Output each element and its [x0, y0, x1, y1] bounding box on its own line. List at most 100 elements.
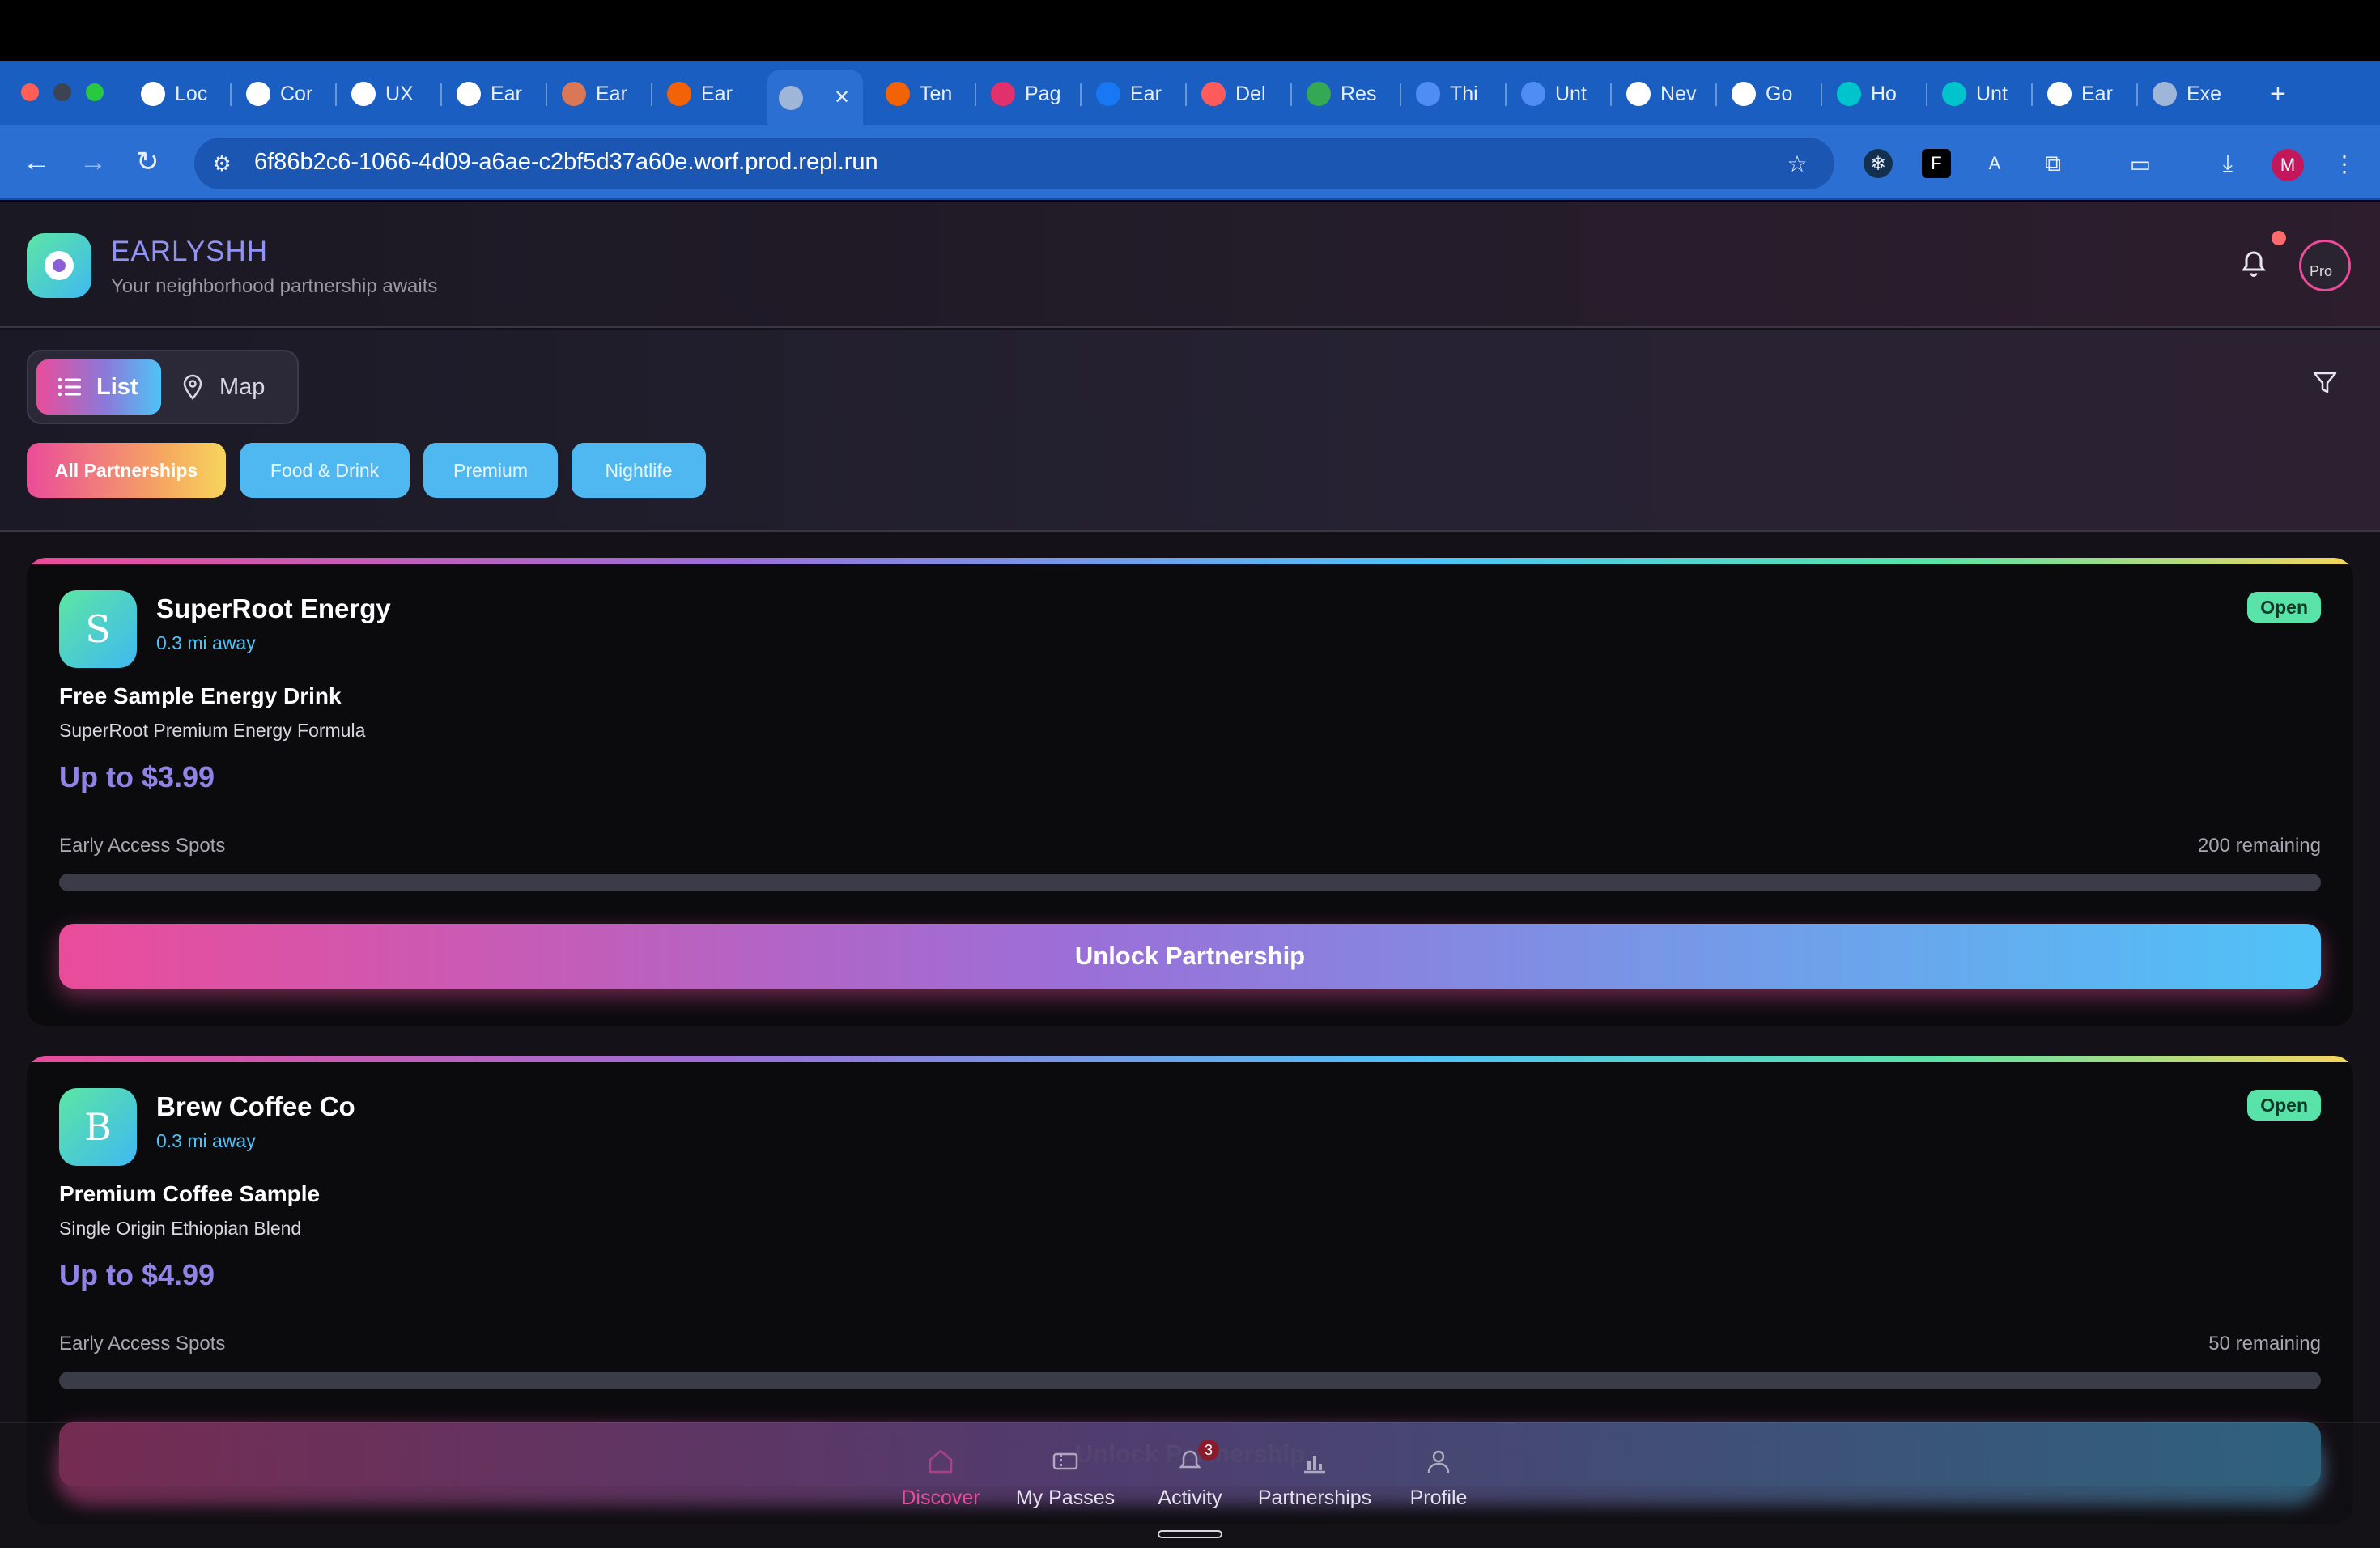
filter-chip[interactable]: All Partnerships [27, 443, 226, 498]
extension-snowflake-icon[interactable]: ❄ [1864, 149, 1893, 178]
brand-tagline: Your neighborhood partnership awaits [111, 275, 438, 297]
browser-tab[interactable]: Ear [550, 73, 646, 115]
tab-separator [335, 83, 337, 106]
bottom-nav-item[interactable]: My Passes [1001, 1448, 1130, 1510]
business-initial-badge: S [59, 590, 137, 668]
replit-icon [886, 82, 910, 106]
browser-tab[interactable]: UX [340, 73, 436, 115]
instagram-icon [991, 82, 1015, 106]
browser-tab[interactable]: Ho [1825, 73, 1921, 115]
offer-description: Single Origin Ethiopian Blend [59, 1218, 302, 1239]
openai-icon [246, 82, 270, 106]
browser-tab[interactable]: Nev [1615, 73, 1711, 115]
app-logo[interactable] [27, 233, 91, 298]
business-distance: 0.3 mi away [156, 1130, 256, 1151]
browser-tab[interactable]: ✕ [767, 70, 863, 125]
extension-framer-icon[interactable]: F [1922, 149, 1951, 178]
activity-count-badge: 3 [1198, 1440, 1219, 1461]
browser-tab-label: Ear [2081, 82, 2113, 105]
profile-avatar[interactable]: M [2272, 149, 2304, 181]
browser-tab[interactable]: Res [1295, 73, 1391, 115]
tab-separator [1080, 83, 1082, 106]
notification-bell-icon[interactable] [2239, 249, 2268, 281]
extension-a-icon[interactable]: A [1980, 149, 2009, 178]
docs-icon [1416, 82, 1440, 106]
url-text[interactable]: 6f86b2c6-1066-4d09-a6ae-c2bf5d37a60e.wor… [254, 149, 878, 176]
business-name[interactable]: Brew Coffee Co [156, 1091, 355, 1122]
list-view-label: List [96, 373, 138, 400]
browser-tab-label: Ten [920, 82, 953, 105]
back-icon[interactable]: ← [23, 146, 50, 178]
spots-progress-bar [59, 874, 2321, 891]
window-close-button[interactable] [21, 83, 39, 101]
forward-icon[interactable]: → [79, 146, 107, 178]
spots-remaining: 200 remaining [2197, 835, 2321, 857]
browser-tab-label: Ho [1871, 82, 1897, 105]
tab-search-icon[interactable]: ▭ [2126, 149, 2155, 178]
tab-separator [1400, 83, 1401, 106]
tab-separator [546, 83, 547, 106]
canva-icon [1942, 82, 1966, 106]
browser-tab-label: Pag [1025, 82, 1061, 105]
browser-tab[interactable]: Ear [2036, 73, 2131, 115]
bottom-nav-item[interactable]: Partnerships [1250, 1448, 1379, 1510]
tab-separator [1926, 83, 1927, 106]
reload-icon[interactable]: ↻ [136, 146, 159, 178]
browser-tab[interactable]: Pag [980, 73, 1075, 115]
bookmark-star-icon[interactable]: ☆ [1783, 149, 1812, 178]
download-icon[interactable]: ⤓ [2213, 149, 2242, 178]
tab-separator [1715, 83, 1717, 106]
brand-name: EARLYSHH [111, 236, 269, 267]
browser-tab[interactable]: Thi [1405, 73, 1500, 115]
app-header: EARLYSHH Your neighborhood partnership a… [0, 202, 2380, 328]
wifi-icon [2047, 82, 2072, 106]
window-zoom-button[interactable] [86, 83, 104, 101]
filter-chip[interactable]: Nightlife [572, 443, 706, 498]
browser-tab-label: Res [1341, 82, 1377, 105]
browser-tab[interactable]: Loc [130, 73, 225, 115]
user-icon [1427, 1450, 1450, 1474]
window-minimize-button[interactable] [53, 83, 71, 101]
browser-tab[interactable]: Unt [1931, 73, 2026, 115]
tab-separator [1610, 83, 1612, 106]
bar-chart-icon [1304, 1456, 1325, 1474]
extensions-puzzle-icon[interactable]: ⧉ [2038, 149, 2068, 178]
user-avatar[interactable]: Pro [2299, 240, 2351, 291]
filter-chip[interactable]: Food & Drink [240, 443, 410, 498]
list-view-button[interactable]: List [36, 359, 161, 415]
bottom-nav-label: Profile [1409, 1486, 1468, 1509]
new-tab-button[interactable]: + [2259, 73, 2286, 115]
browser-tab[interactable]: Del [1190, 73, 1286, 115]
close-tab-icon[interactable]: ✕ [834, 86, 850, 109]
bottom-nav-item[interactable]: Activity 3 [1125, 1440, 1255, 1510]
bottom-nav-label: My Passes [1015, 1486, 1116, 1509]
browser-tab[interactable]: Cor [235, 73, 330, 115]
notification-dot [2272, 231, 2286, 245]
bottom-nav-item[interactable]: Profile [1374, 1448, 1503, 1510]
browser-tab[interactable]: Ear [1085, 73, 1180, 115]
browser-tab[interactable]: Exe [2141, 73, 2237, 115]
bottom-nav-label: Partnerships [1257, 1486, 1372, 1509]
browser-tab[interactable]: Ten [874, 73, 970, 115]
browser-tab[interactable]: Unt [1510, 73, 1605, 115]
business-name[interactable]: SuperRoot Energy [156, 593, 391, 624]
browser-tab[interactable]: Go [1720, 73, 1816, 115]
chrome-icon [1626, 82, 1651, 106]
app-root: EARLYSHH Your neighborhood partnership a… [0, 202, 2380, 1548]
unlock-partnership-button[interactable]: Unlock Partnership [59, 924, 2321, 989]
active-tab-indicator [1158, 1530, 1222, 1538]
offer-title: Free Sample Energy Drink [59, 683, 342, 708]
filter-chip[interactable]: Premium [423, 443, 558, 498]
browser-tab-label: Nev [1660, 82, 1697, 105]
browser-tab[interactable]: Ear [656, 73, 751, 115]
site-info-icon[interactable]: ⚙ [207, 149, 236, 178]
view-toggle: List Map [27, 350, 299, 424]
filter-icon[interactable] [2312, 370, 2338, 396]
bottom-navigation: Discover My Passes Activity 3 Partnerships Pr… [0, 1422, 2380, 1548]
browser-tab-label: Ear [491, 82, 522, 105]
browser-tab[interactable]: Ear [445, 73, 541, 115]
map-view-button[interactable]: Map [174, 359, 292, 415]
bottom-nav-item[interactable]: Discover [876, 1448, 1005, 1510]
card-accent-bar [27, 558, 2353, 564]
browser-menu-icon[interactable]: ⋮ [2330, 149, 2359, 178]
